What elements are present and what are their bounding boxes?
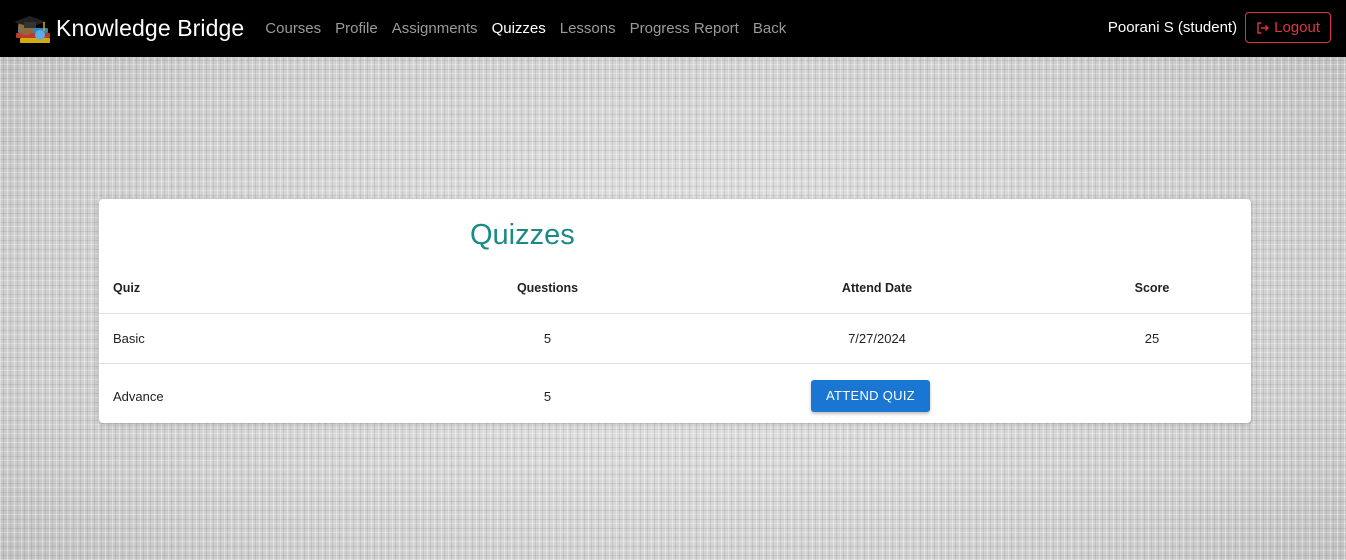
logout-icon bbox=[1257, 21, 1270, 34]
page-title: Quizzes bbox=[470, 219, 575, 251]
table-header-row: Quiz Questions Attend Date Score bbox=[99, 263, 1251, 314]
nav-link-profile[interactable]: Profile bbox=[335, 20, 378, 37]
cell-action: ATTEND QUIZ bbox=[701, 364, 1251, 429]
cell-questions: 5 bbox=[394, 313, 701, 364]
logout-label: Logout bbox=[1274, 19, 1320, 36]
nav-link-back[interactable]: Back bbox=[753, 20, 786, 37]
cell-quiz-name: Advance bbox=[113, 388, 164, 404]
nav-link-quizzes[interactable]: Quizzes bbox=[492, 20, 546, 37]
attend-quiz-button[interactable]: ATTEND QUIZ bbox=[811, 380, 930, 412]
nav-link-assignments[interactable]: Assignments bbox=[392, 20, 478, 37]
header-attend-date: Attend Date bbox=[701, 263, 1053, 314]
user-name-label: Poorani S (student) bbox=[1107, 19, 1238, 36]
user-area: Poorani S (student) Logout bbox=[1108, 12, 1331, 43]
cell-score: 25 bbox=[1053, 313, 1251, 364]
cell-quiz-name: Basic bbox=[99, 313, 394, 364]
logout-button[interactable]: Logout bbox=[1245, 12, 1331, 43]
nav-link-lessons[interactable]: Lessons bbox=[560, 20, 616, 37]
nav-link-courses[interactable]: Courses bbox=[265, 20, 321, 37]
cell-questions: 5 bbox=[543, 388, 552, 404]
header-score: Score bbox=[1053, 263, 1251, 314]
nav-link-progress-report[interactable]: Progress Report bbox=[630, 20, 739, 37]
header-questions: Questions bbox=[394, 263, 701, 314]
table-row: Advance 5 ATTEND QUIZ bbox=[99, 364, 1251, 429]
graduation-books-logo-icon bbox=[12, 13, 56, 45]
quizzes-table: Quiz Questions Attend Date Score Basic 5… bbox=[99, 263, 1251, 428]
brand-link[interactable]: Knowledge Bridge bbox=[12, 13, 244, 45]
cell-attend-date: 7/27/2024 bbox=[701, 313, 1053, 364]
header-quiz: Quiz bbox=[99, 263, 394, 314]
nav-links: Courses Profile Assignments Quizzes Less… bbox=[265, 20, 800, 37]
quizzes-card: Quizzes Quiz Questions Attend Date Score… bbox=[99, 199, 1251, 423]
top-navbar: Knowledge Bridge Courses Profile Assignm… bbox=[0, 0, 1346, 57]
table-row: Basic 5 7/27/2024 25 bbox=[99, 313, 1251, 364]
brand-name: Knowledge Bridge bbox=[56, 15, 245, 41]
